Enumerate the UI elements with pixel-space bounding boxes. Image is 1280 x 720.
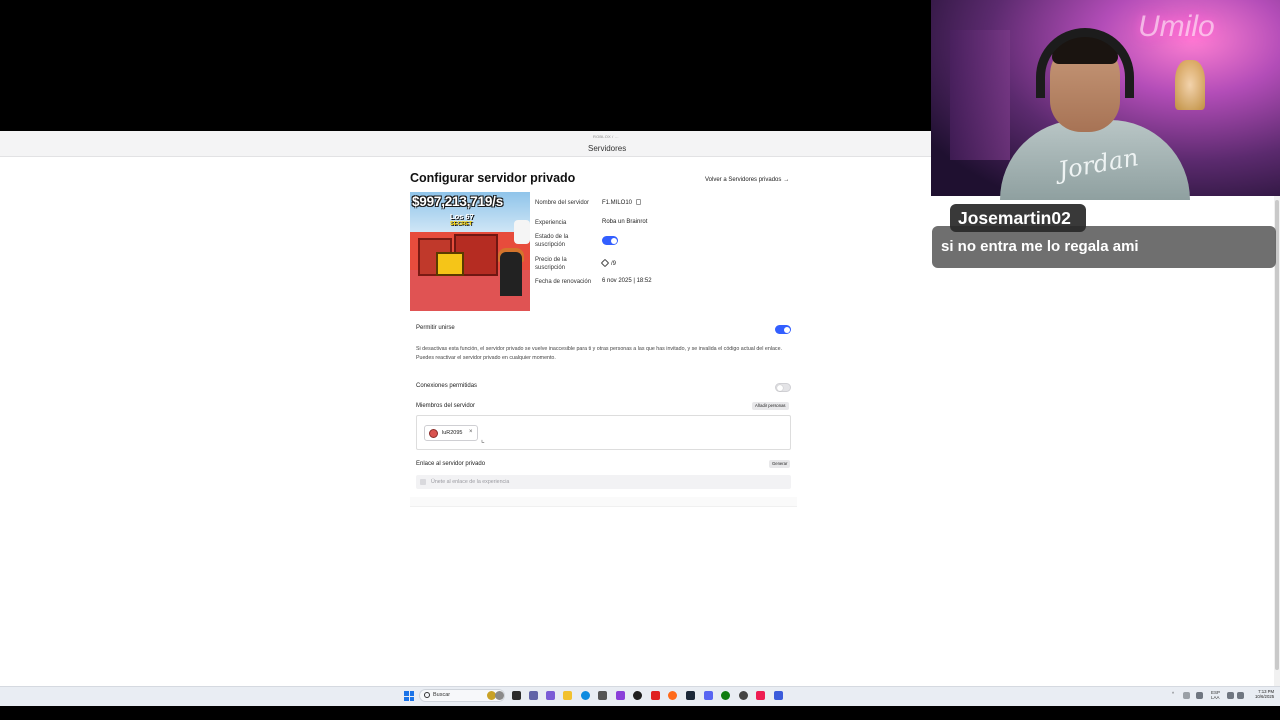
server-name-value: F1.MILO10 (602, 199, 642, 206)
chat-message: si no entra me lo regala ami (941, 238, 1139, 255)
webcam-shelf (950, 30, 1010, 160)
connections-label: Conexiones permitidas (416, 383, 478, 389)
add-people-button[interactable]: Añadir personas (752, 402, 789, 410)
neon-sign: Umilo (1138, 10, 1215, 43)
link-icon (420, 479, 426, 485)
renewal-date-value: 6 nov 2025 | 18:52 (602, 278, 652, 284)
robux-icon (600, 258, 610, 268)
volume-icon[interactable] (1237, 692, 1244, 699)
experience-value[interactable]: Roba un Brainrot (602, 219, 647, 225)
discord-icon[interactable] (704, 691, 713, 700)
thumbnail-headline: $997,213,719/s (412, 194, 504, 209)
tray-icon[interactable] (1183, 692, 1190, 699)
language-indicator[interactable]: ESP LAA (1211, 690, 1220, 700)
youtube-icon[interactable] (651, 691, 660, 700)
subscription-status-label: Estado de la suscripción (535, 234, 569, 248)
steam-icon[interactable] (686, 691, 695, 700)
taskbar-search-placeholder: Buscar (433, 692, 451, 698)
clock-date: 10/6/2025 (1255, 694, 1275, 699)
connections-toggle[interactable] (775, 383, 791, 392)
toggle-knob (783, 326, 790, 333)
subscription-price-text: /9 (611, 261, 617, 267)
mouse-cursor-icon: ⌞ (481, 435, 485, 444)
thumbnail-badge: SECRET (450, 221, 473, 227)
wifi-icon[interactable] (1227, 692, 1234, 699)
generate-link-button[interactable]: Generar (769, 460, 791, 468)
thumbnail-subtitle: Los 67 (450, 212, 474, 221)
teams-icon[interactable] (529, 691, 538, 700)
back-link-label[interactable]: Volver a Servidores privados (705, 177, 781, 183)
chevron-up-icon[interactable]: ^ (1172, 691, 1174, 696)
avatar (429, 429, 438, 438)
subscription-price-value: /9 (600, 258, 617, 268)
language-bottom: LAA (1211, 695, 1220, 700)
widgets-icon[interactable] (495, 691, 504, 700)
app-icon[interactable] (546, 691, 555, 700)
subscription-price-label: Precio de la suscripción (535, 257, 567, 271)
back-to-private-servers-link[interactable]: Volver a Servidores privados → (705, 177, 789, 183)
search-icon (424, 692, 430, 698)
members-label: Miembros del servidor (416, 403, 476, 409)
experience-thumbnail: $997,213,719/s Los 67 SECRET (410, 192, 530, 311)
arrow-right-icon: → (783, 177, 790, 183)
allow-join-label: Permitir unirse (416, 325, 455, 331)
page-tab-title[interactable]: Servidores (588, 144, 626, 153)
tiktok-icon[interactable] (756, 691, 765, 700)
edge-icon[interactable] (581, 691, 590, 700)
page-title: Configurar servidor privado (410, 171, 576, 185)
thumbnail-brainrot (436, 252, 464, 276)
top-navigation-bar: ROBLOX / ... Servidores (0, 131, 931, 157)
app-icon[interactable] (616, 691, 625, 700)
taskbar-clock[interactable]: 7:13 PM 10/6/2025 (1255, 689, 1274, 699)
toggle-knob (610, 237, 617, 244)
card-footer (410, 497, 797, 507)
task-view-icon[interactable] (512, 691, 521, 700)
microphone-icon[interactable] (1196, 692, 1203, 699)
member-name: luR2095 (442, 430, 463, 436)
roblox-icon[interactable] (774, 691, 783, 700)
allow-join-toggle[interactable] (775, 325, 791, 334)
screen: ROBLOX / ... Servidores Configurar servi… (0, 0, 1280, 720)
chat-username: Josemartin02 (958, 208, 1071, 228)
thumbnail-figure (514, 220, 530, 244)
thumbnail-avatar (500, 252, 522, 296)
server-name-label: Nombre del servidor (535, 200, 590, 206)
trophy-icon (1175, 60, 1205, 110)
copy-icon[interactable] (636, 199, 642, 205)
letterbox-bottom (0, 706, 1280, 720)
file-explorer-icon[interactable] (563, 691, 572, 700)
browser-page-right (931, 196, 1280, 686)
scrollbar-thumb[interactable] (1275, 200, 1279, 670)
remove-member-icon[interactable]: × (469, 429, 473, 435)
app-icon[interactable] (633, 691, 642, 700)
app-icon[interactable] (739, 691, 748, 700)
allow-join-description: Si desactivas esta función, el servidor … (416, 346, 782, 361)
toggle-knob (777, 385, 783, 391)
private-link-placeholder: Únete al enlace de la experiencia (431, 479, 510, 485)
subscription-status-toggle[interactable] (602, 236, 618, 245)
windows-start-icon[interactable] (404, 691, 414, 701)
private-link-label: Enlace al servidor privado (416, 461, 486, 467)
renewal-date-label: Fecha de renovación (535, 279, 592, 285)
xbox-icon[interactable] (721, 691, 730, 700)
experience-label: Experiencia (535, 220, 567, 226)
breadcrumb: ROBLOX / ... (593, 134, 619, 139)
server-name-text: F1.MILO10 (602, 200, 633, 206)
firefox-icon[interactable] (668, 691, 677, 700)
store-icon[interactable] (598, 691, 607, 700)
